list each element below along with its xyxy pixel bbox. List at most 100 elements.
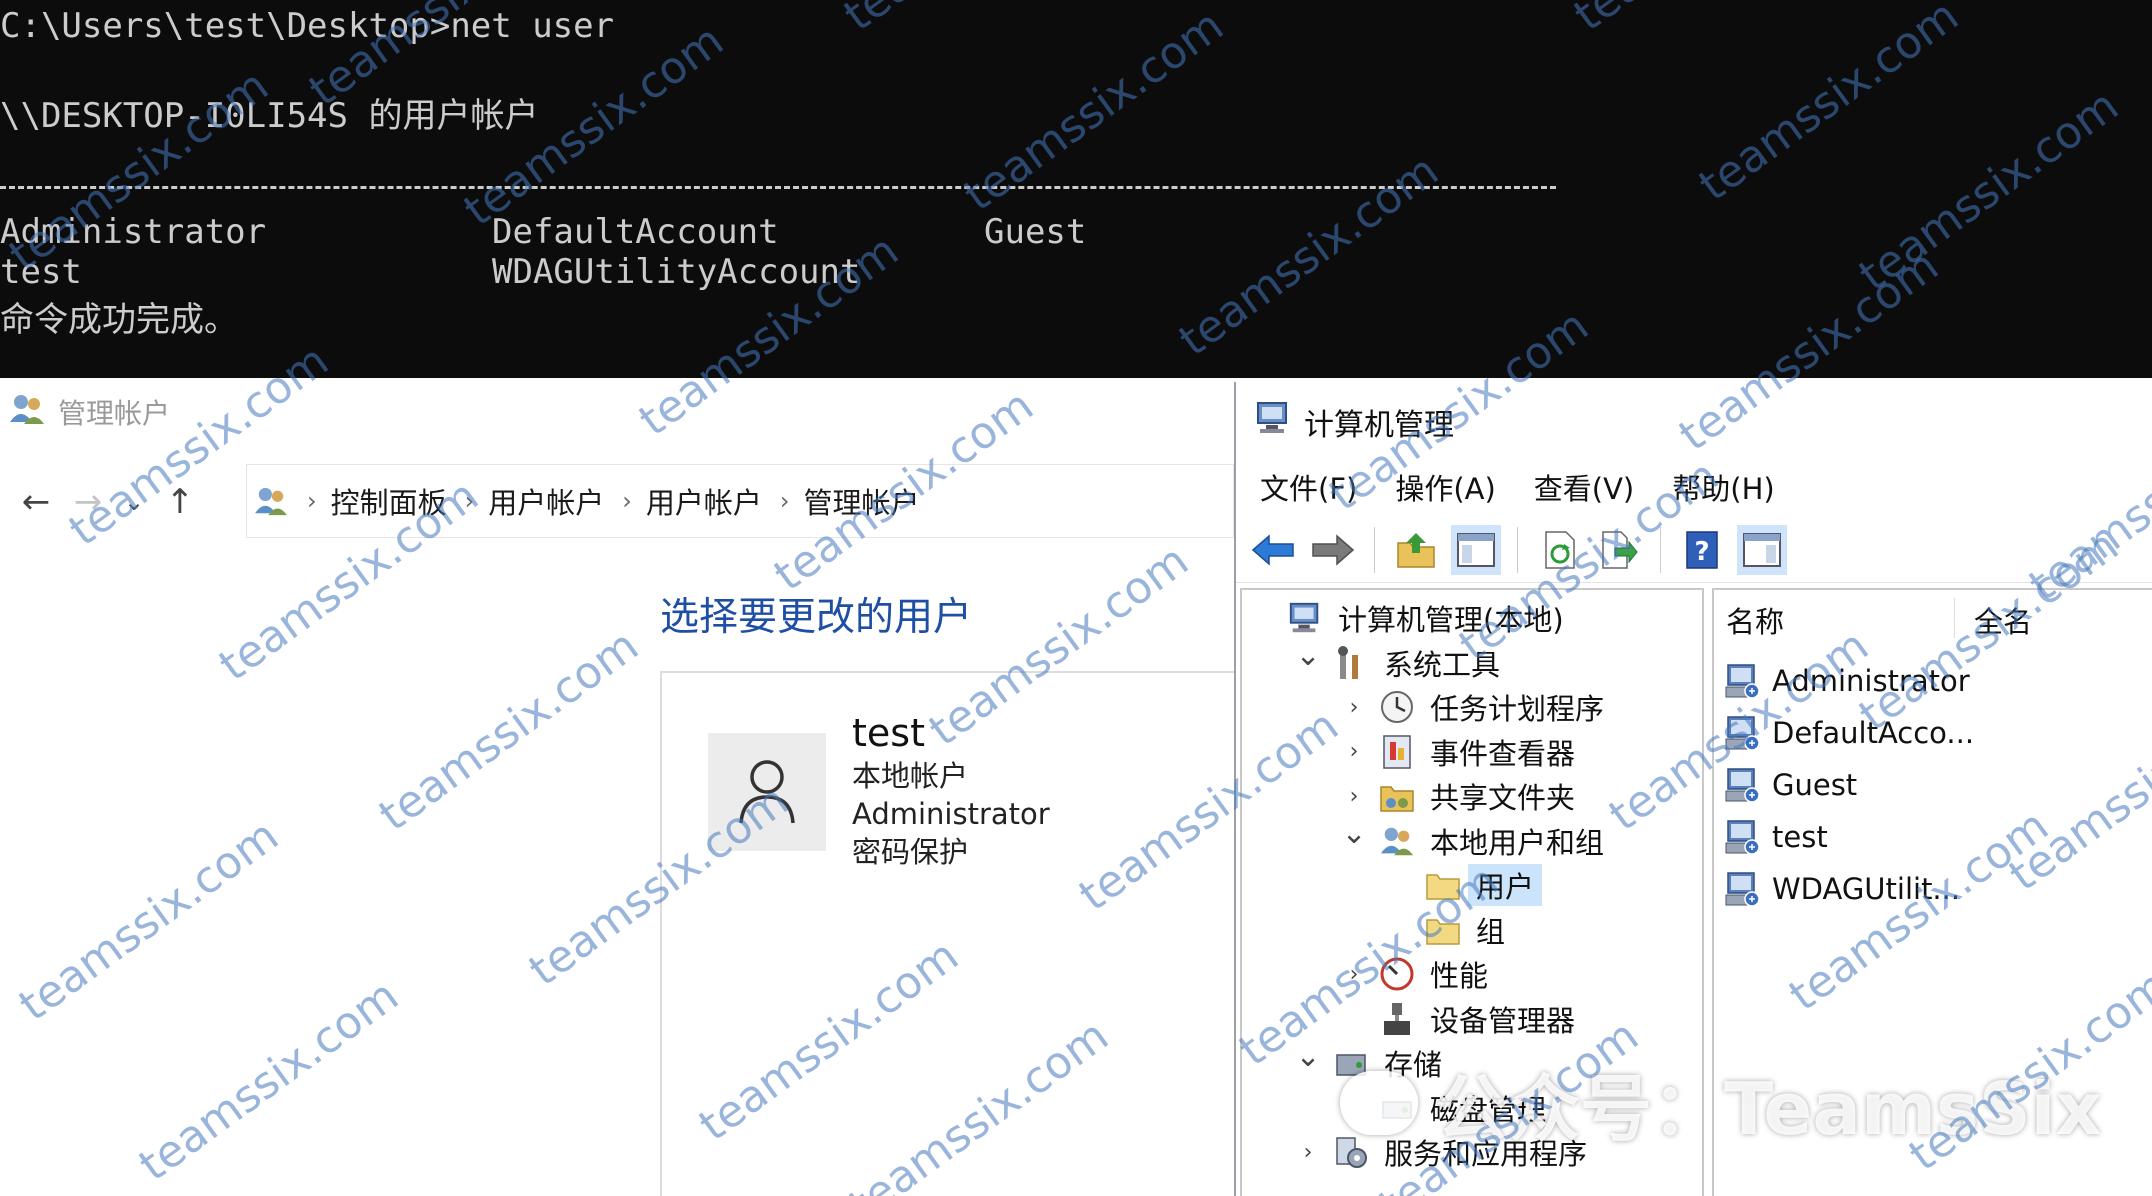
forward-arrow-icon[interactable] [1308,525,1358,575]
menu-action[interactable]: 操作(A) [1395,466,1495,508]
breadcrumb-user-accounts[interactable]: › 用户帐户 [447,480,605,522]
export-list-icon[interactable] [1594,525,1644,575]
up-folder-icon[interactable] [1391,525,1441,575]
breadcrumb-manage-accounts[interactable]: › 管理帐户 [762,480,920,522]
tree-item[interactable]: › 事件查看器 [1342,730,1575,774]
user-account-icon [1722,661,1762,701]
tree-item[interactable]: ⌄ 系统工具 [1295,638,1501,685]
column-header-fullname[interactable]: 全名 [1974,598,2032,642]
chevron-down-icon[interactable]: ⌄ [1341,816,1366,851]
back-arrow-icon[interactable] [1248,525,1298,575]
tree-item[interactable]: ›组 [1388,908,1505,952]
recent-locations-button[interactable]: ⌄ [114,472,154,532]
chevron-right-icon[interactable]: › [1296,1140,1320,1165]
column-header-name[interactable]: 名称 [1726,598,1784,642]
tree-item-label: 组 [1476,914,1506,949]
chevron-down-icon[interactable]: ⌄ [1295,638,1320,673]
account-group: Administrator [852,797,1050,831]
chevron-right-icon[interactable]: › [1342,784,1366,809]
user-name: test [852,711,925,755]
window-title: 计算机管理 [1304,408,1454,443]
help-icon[interactable]: ? [1677,525,1727,575]
tree-item[interactable]: › 任务计划程序 [1342,685,1604,729]
user-info: test 本地帐户 Administrator 密码保护 [852,709,1050,871]
menu-view[interactable]: 查看(V) [1534,466,1634,508]
user-name: DefaultAcco... [1772,716,1975,750]
refresh-icon[interactable] [1534,525,1584,575]
toolbar: ? [1236,518,2152,583]
address-bar[interactable]: › 控制面板 › 用户帐户 › 用户帐户 › 管理帐户 [246,464,1234,538]
title-bar: 计算机管理 [1254,398,1454,446]
storage-icon [1332,1044,1370,1082]
tree-item[interactable]: ›用户 [1388,863,1543,907]
menu-help[interactable]: 帮助(H) [1672,466,1774,508]
svg-text:?: ? [1694,537,1709,567]
list-item[interactable]: WDAGUtilit... [1722,866,1960,912]
tree-item[interactable]: ›磁盘管理 [1342,1086,1546,1130]
tree-item-label: 共享文件夹 [1430,781,1576,815]
tree-item[interactable]: › 服务和应用程序 [1296,1130,1587,1174]
tree-item[interactable]: › 共享文件夹 [1342,774,1575,818]
chevron-right-icon[interactable]: › [1342,739,1366,764]
tree-item-label: 服务和应用程序 [1384,1137,1588,1171]
column-divider[interactable] [1954,598,1955,638]
console-tree[interactable]: ›计算机管理(本地)⌄系统工具›任务计划程序›事件查看器›共享文件夹⌄本地用户和… [1240,588,1704,1196]
performance-icon [1378,955,1416,993]
tree-item[interactable]: ›设备管理器 [1342,997,1575,1041]
breadcrumb-user-accounts-sub[interactable]: › 用户帐户 [604,480,762,522]
tree-item[interactable]: ›计算机管理(本地) [1250,596,1564,640]
list-item[interactable]: DefaultAcco... [1722,710,1974,756]
user-account-icon [1722,869,1762,909]
tree-item-label: 性能 [1430,959,1489,993]
chevron-right-icon[interactable]: › [1342,695,1366,720]
toolbar-separator [1517,527,1518,573]
page-heading: 选择要更改的用户 [660,595,973,640]
show-hide-tree-icon[interactable] [1451,525,1501,575]
console-window[interactable]: C:\Users\test\Desktop>net user \\DESKTOP… [0,0,2152,378]
tree-item-label: 本地用户和组 [1430,825,1605,860]
breadcrumb-control-panel[interactable]: › 控制面板 [289,480,447,522]
tree-item[interactable]: ⌄ 本地用户和组 [1341,816,1605,863]
tree-item-label: 用户 [1468,864,1543,906]
disk-icon [1378,1089,1416,1127]
services-icon [1332,1133,1370,1171]
console-separator [0,186,1556,189]
user-name: Administrator [1772,664,1970,698]
toolbar-separator [1660,527,1661,573]
tree-item-label: 事件查看器 [1430,736,1576,771]
tree-item-label: 计算机管理(本地) [1338,603,1564,637]
console-account: DefaultAccount [492,212,779,252]
console-prompt-line: C:\Users\test\Desktop>net user [0,6,615,46]
tree-item[interactable]: ⌄ 存储 [1295,1039,1443,1085]
person-icon [739,760,795,824]
user-list-pane[interactable]: 名称 全名 Administrator DefaultAcco... Guest te… [1712,588,2152,1196]
back-button[interactable]: ← [10,472,62,532]
computer-management-icon [1254,399,1292,445]
chevron-down-icon[interactable]: ⌄ [1295,1039,1320,1074]
console-header-line: \\DESKTOP-I0LI54S 的用户帐户 [0,96,539,136]
up-button[interactable]: ↑ [154,472,206,532]
console-account: Administrator [0,212,267,252]
tree-item[interactable]: › 性能 [1342,952,1488,996]
forward-button[interactable]: → [62,472,114,532]
user-account-icon [1722,765,1762,805]
toolbar-separator [1374,527,1375,573]
tree-item-label: 磁盘管理 [1430,1092,1547,1127]
tree-item-label: 系统工具 [1384,647,1501,682]
user-tile-test[interactable]: test 本地帐户 Administrator 密码保护 [660,671,1234,1196]
chevron-right-icon[interactable]: › [1342,962,1366,987]
clock-icon [1378,688,1416,726]
event-viewer-icon [1378,733,1416,771]
list-item[interactable]: Guest [1722,762,1857,808]
control-panel-title-bar: 管理帐户 [8,392,170,432]
list-item[interactable]: Administrator [1722,658,1970,704]
action-pane-icon[interactable] [1737,525,1787,575]
users-groups-icon [1378,822,1416,860]
list-item[interactable]: test [1722,814,1828,860]
menu-file[interactable]: 文件(F) [1260,466,1357,508]
tree-item-label: 任务计划程序 [1430,692,1605,726]
computer-management-icon [1286,599,1324,637]
device-manager-icon [1378,1000,1416,1038]
tree-item-label: 存储 [1384,1048,1443,1082]
console-account: test [0,252,82,292]
